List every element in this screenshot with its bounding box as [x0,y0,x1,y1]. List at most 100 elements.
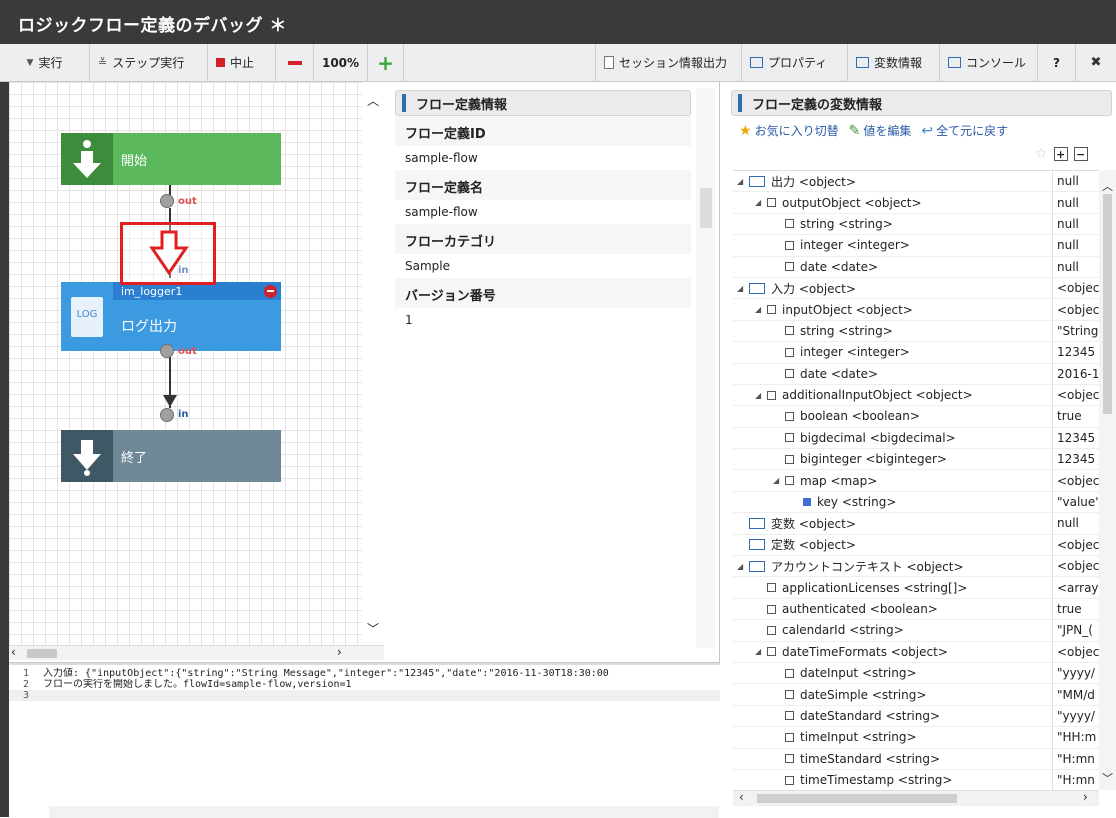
variable-row[interactable]: ◢ 入力 <object> <objec [733,277,1099,300]
reset-all-button[interactable]: ↩ 全て元に戻す [921,122,1008,139]
out-port[interactable] [160,344,174,358]
tab-variables[interactable]: 変数情報 [848,43,940,82]
collapse-all-icon[interactable]: − [1073,147,1088,161]
collapse-triangle-icon[interactable]: ◢ [755,305,765,314]
logger-node[interactable]: LOG im_logger1 ログ出力 [61,282,281,351]
tab-property[interactable]: プロパティ [742,43,848,82]
in-port[interactable] [160,408,174,422]
scroll-thumb[interactable] [757,794,957,803]
variable-row[interactable]: dateStandard <string> "yyyy/ [733,705,1099,728]
collapse-triangle-icon[interactable]: ◢ [755,391,765,400]
scroll-thumb[interactable] [27,649,57,658]
end-node[interactable]: 終了 [61,430,281,482]
variable-row[interactable]: ◢ アカウントコンテキスト <object> <objec [733,556,1099,578]
canvas-horizontal-scrollbar[interactable]: ‹ › [9,645,384,660]
variable-row[interactable]: date <date> null [733,256,1099,278]
variable-name-cell: ◢ outputObject <object> [733,192,1053,213]
zoom-out-button[interactable] [276,43,314,82]
zoom-level: 100% [314,43,368,82]
stop-button[interactable]: 中止 [208,43,276,82]
variables-vertical-scrollbar[interactable]: ︿ ﹀ [1099,170,1116,790]
start-node[interactable]: 開始 [61,133,281,185]
variable-name-cell: integer <integer> [733,235,1053,256]
console-horizontal-scrollbar[interactable] [49,806,719,818]
variable-row[interactable]: string <string> "String [733,320,1099,343]
node-icon [785,711,794,721]
variable-row[interactable]: ◢ outputObject <object> null [733,192,1099,214]
canvas-vertical-scrollbar[interactable]: ︿ ﹀ [362,82,384,645]
variable-row[interactable]: string <string> null [733,213,1099,236]
variable-row[interactable]: date <date> 2016-1 [733,363,1099,385]
remove-icon[interactable] [264,284,277,298]
object-group-icon [749,539,765,551]
variable-row[interactable]: ◢ dateTimeFormats <object> <objec [733,641,1099,663]
node-icon [785,411,794,421]
variable-row[interactable]: 定数 <object> <objec [733,534,1099,557]
zoom-in-button[interactable]: + [368,43,404,82]
variable-row[interactable]: timeInput <string> "HH:m [733,727,1099,749]
variable-row[interactable]: boolean <boolean> true [733,406,1099,428]
variable-row[interactable]: ◢ 出力 <object> null [733,171,1099,193]
variable-row[interactable]: timeTimestamp <string> "H:mn [733,769,1099,790]
step-run-button[interactable]: ≚ ステップ実行 [90,43,208,82]
collapse-triangle-icon[interactable]: ◢ [737,284,747,293]
variable-row[interactable]: ◢ additionalInputObject <object> <objec [733,384,1099,407]
variable-name: integer <integer> [800,345,910,360]
variable-row[interactable]: 変数 <object> null [733,513,1099,535]
collapse-triangle-icon[interactable]: ◢ [737,562,747,571]
collapse-triangle-icon[interactable]: ◢ [773,476,783,485]
scroll-thumb[interactable] [700,188,712,228]
node-icon [785,347,794,357]
scroll-down-icon[interactable]: ﹀ [367,620,379,637]
flow-canvas[interactable]: 開始 out in LOG im_logger1 ログ出力 out in 終了 [9,82,384,645]
scroll-up-icon[interactable]: ︿ [367,92,379,109]
variable-row[interactable]: integer <integer> 12345 [733,342,1099,364]
variable-row[interactable]: dateInput <string> "yyyy/ [733,662,1099,685]
variable-row[interactable]: calendarId <string> "JPN_( [733,620,1099,642]
scroll-right-icon[interactable]: › [1083,790,1088,804]
scroll-up-icon[interactable]: ︿ [1102,178,1113,194]
variable-row[interactable]: authenticated <boolean> true [733,598,1099,621]
variable-name: outputObject <object> [782,195,922,210]
out-port[interactable] [160,194,174,208]
close-button[interactable]: ✖ [1076,44,1116,82]
variable-row[interactable]: timeStandard <string> "H:mn [733,748,1099,770]
scroll-right-icon[interactable]: › [337,645,342,659]
variable-value: "MM/d [1057,687,1095,702]
variable-row[interactable]: applicationLicenses <string[]> <array [733,577,1099,599]
variable-name-cell: timeStandard <string> [733,748,1053,769]
variable-row[interactable]: bigdecimal <bigdecimal> 12345 [733,427,1099,450]
run-button[interactable]: ▼ 実行 [0,43,90,82]
scroll-left-icon[interactable]: ‹ [11,645,16,659]
help-button[interactable]: ? [1038,43,1076,82]
scroll-down-icon[interactable]: ﹀ [1102,770,1113,786]
variable-row[interactable]: dateSimple <string> "MM/d [733,684,1099,706]
scroll-thumb[interactable] [1103,194,1112,414]
variables-horizontal-scrollbar[interactable]: ‹ › [733,790,1099,806]
variable-value: <objec [1057,302,1099,317]
variable-name-cell: ◢ アカウントコンテキスト <object> [733,556,1053,577]
collapse-triangle-icon[interactable]: ◢ [737,177,747,186]
variable-row[interactable]: ◢ inputObject <object> <objec [733,299,1099,321]
variable-row[interactable]: ◢ map <map> <objec [733,470,1099,492]
star-outline-icon[interactable]: ☆ [1035,146,1048,162]
expand-all-icon[interactable]: + [1053,147,1068,161]
console-output[interactable]: 1 入力値: {"inputObject":{"string":"String M… [9,662,720,818]
variable-row[interactable]: integer <integer> null [733,235,1099,257]
info-vertical-scrollbar[interactable] [696,88,716,648]
tab-console[interactable]: コンソール [940,43,1038,82]
session-output-button[interactable]: セッション情報出力 [596,43,742,82]
leaf-icon [803,498,811,507]
variable-row[interactable]: biginteger <biginteger> 12345 [733,449,1099,471]
variables-label: 変数情報 [874,56,923,70]
favorite-toggle-button[interactable]: ★ お気に入り切替 [739,122,839,139]
collapse-triangle-icon[interactable]: ◢ [755,198,765,207]
variable-value: null [1057,216,1079,231]
scroll-left-icon[interactable]: ‹ [739,790,744,804]
collapse-triangle-icon[interactable]: ◢ [755,647,765,656]
variable-value: <array [1057,580,1099,595]
variable-value: 12345 [1057,345,1096,360]
variable-name-cell: ◢ additionalInputObject <object> [733,384,1053,406]
variable-row[interactable]: key <string> "value' [733,491,1099,514]
edit-value-button[interactable]: ✎ 値を編集 [849,122,912,139]
